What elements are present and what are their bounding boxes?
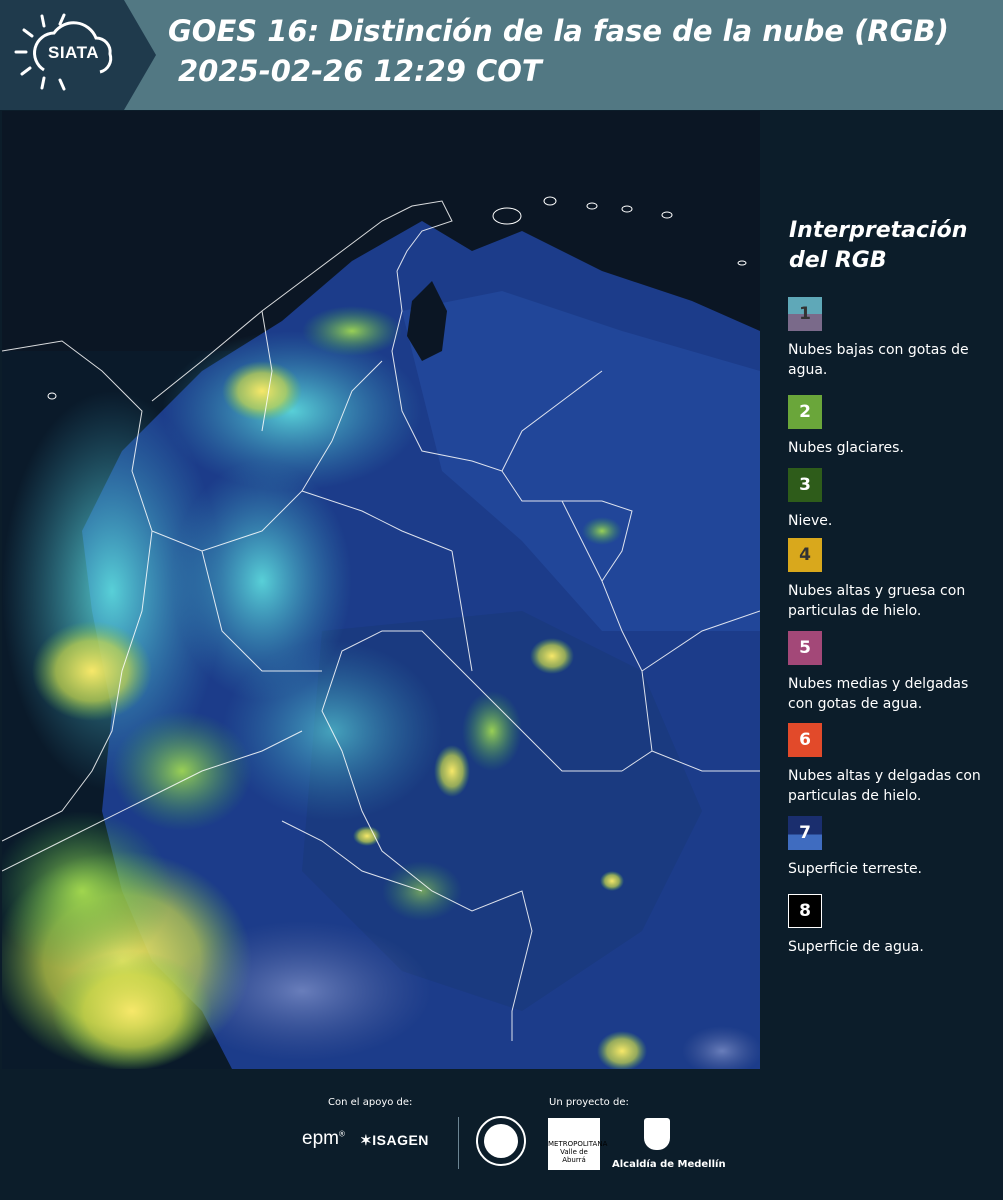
legend-swatch: 5 bbox=[788, 631, 822, 665]
university-seal-icon bbox=[476, 1116, 526, 1166]
header-bar: SIATA GOES 16: Distinción de la fase de … bbox=[0, 0, 1003, 110]
legend-swatch: 2 bbox=[788, 395, 822, 429]
legend-item-8: 8 Superficie de agua. bbox=[788, 894, 988, 957]
legend-title: Interpretación del RGB bbox=[789, 216, 989, 276]
legend-swatch: 8 bbox=[788, 894, 822, 928]
legend-item-1: 1 Nubes bajas con gotas de agua. bbox=[788, 297, 988, 380]
legend-item-4: 4 Nubes altas y gruesa con particulas de… bbox=[788, 538, 988, 621]
legend-label: Nubes altas y gruesa con particulas de h… bbox=[788, 583, 966, 619]
legend-panel: Interpretación del RGB 1 Nubes bajas con… bbox=[776, 110, 1003, 1070]
legend-swatch: 3 bbox=[788, 468, 822, 502]
isagen-text: ISAGEN bbox=[372, 1132, 429, 1148]
footer: Con el apoyo de: Un proyecto de: epm® ✶I… bbox=[0, 1070, 1003, 1200]
legend-swatch: 7 bbox=[788, 816, 822, 850]
legend-label: Nubes medias y delgadas con gotas de agu… bbox=[788, 676, 969, 712]
alcaldia-text: Alcaldía de Medellín bbox=[612, 1159, 726, 1170]
legend-swatch: 6 bbox=[788, 723, 822, 757]
legend-label: Nubes altas y delgadas con particulas de… bbox=[788, 768, 981, 804]
legend-label: Nubes glaciares. bbox=[788, 440, 904, 456]
isagen-logo: ✶ISAGEN bbox=[360, 1132, 429, 1148]
footer-divider bbox=[458, 1117, 459, 1169]
logo-text: SIATA bbox=[48, 43, 99, 62]
legend-label: Nieve. bbox=[788, 513, 833, 529]
area-logo-text: METROPOLITANA Valle de Aburrá bbox=[548, 1140, 608, 1164]
epm-text: epm bbox=[302, 1128, 339, 1149]
timestamp: 2025-02-26 12:29 COT bbox=[178, 54, 542, 88]
satellite-rgb-map bbox=[2, 111, 760, 1069]
support-caption: Con el apoyo de: bbox=[328, 1097, 413, 1108]
legend-label: Superficie terreste. bbox=[788, 861, 923, 877]
legend-label: Superficie de agua. bbox=[788, 939, 924, 955]
legend-item-2: 2 Nubes glaciares. bbox=[788, 395, 988, 458]
legend-label: Nubes bajas con gotas de agua. bbox=[788, 342, 969, 378]
legend-title-line1: Interpretación bbox=[789, 218, 968, 243]
legend-item-7: 7 Superficie terreste. bbox=[788, 816, 988, 879]
legend-item-3: 3 Nieve. bbox=[788, 468, 988, 531]
alcaldia-shield-icon bbox=[644, 1118, 670, 1150]
legend-item-5: 5 Nubes medias y delgadas con gotas de a… bbox=[788, 631, 988, 714]
project-caption: Un proyecto de: bbox=[549, 1097, 629, 1108]
area-metropolitana-logo: METROPOLITANA Valle de Aburrá bbox=[548, 1118, 608, 1170]
page-title: GOES 16: Distinción de la fase de la nub… bbox=[168, 14, 949, 48]
legend-item-6: 6 Nubes altas y delgadas con particulas … bbox=[788, 723, 988, 806]
epm-logo: epm® bbox=[302, 1128, 345, 1149]
siata-logo: SIATA bbox=[0, 0, 156, 110]
legend-swatch: 4 bbox=[788, 538, 822, 572]
legend-swatch: 1 bbox=[788, 297, 822, 331]
legend-title-line2: del RGB bbox=[789, 248, 887, 273]
